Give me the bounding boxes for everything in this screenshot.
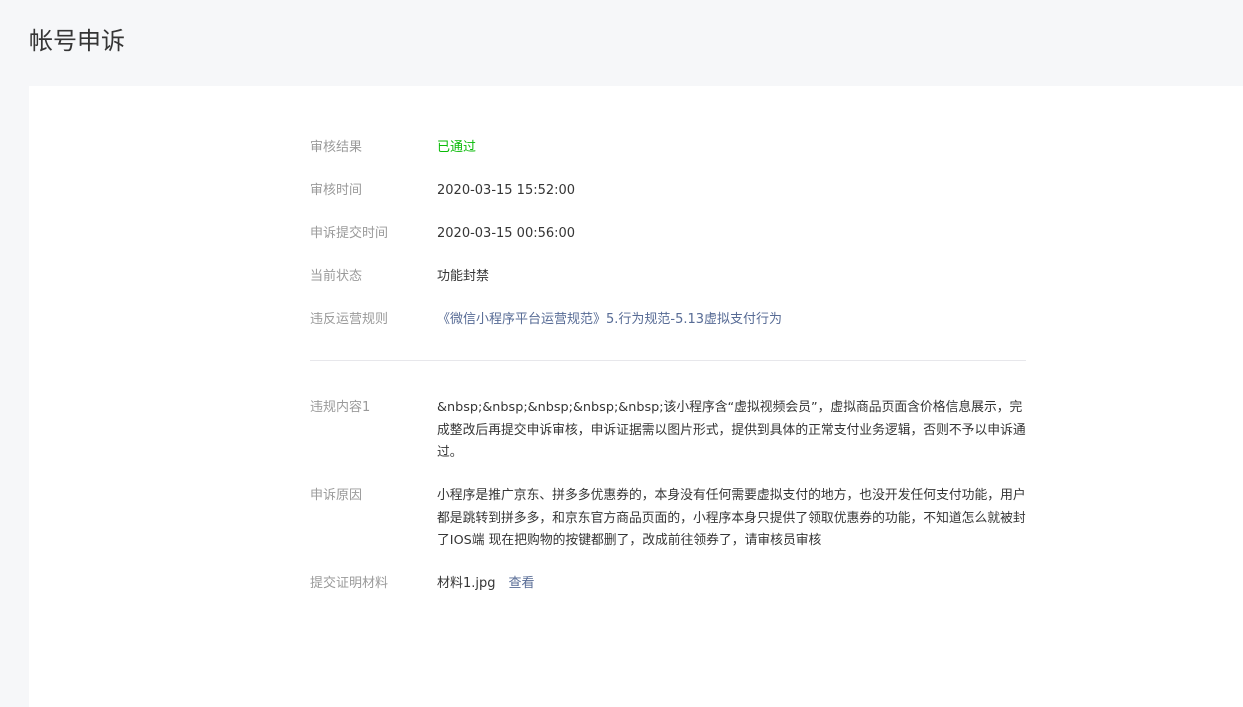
current-status-label: 当前状态 xyxy=(310,269,363,284)
evidence-label: 提交证明材料 xyxy=(310,576,389,591)
submit-time-label: 申诉提交时间 xyxy=(310,226,389,241)
review-result-label: 审核结果 xyxy=(310,140,363,155)
violated-rule-link[interactable]: 《微信小程序平台运营规范》5.行为规范-5.13虚拟支付行为 xyxy=(437,309,1027,331)
evidence-file-name: 材料1.jpg xyxy=(437,576,496,591)
review-result-value: 已通过 xyxy=(437,140,477,155)
review-time-label: 审核时间 xyxy=(310,183,363,198)
appeal-reason-label: 申诉原因 xyxy=(310,488,363,503)
appeal-reason-value: 小程序是推广京东、拼多多优惠券的，本身没有任何需要虚拟支付的地方，也没开发任何支… xyxy=(437,488,1026,548)
review-time-value: 2020-03-15 15:52:00 xyxy=(437,183,576,198)
page-header: 帐号申诉 xyxy=(0,0,1243,86)
submit-time-value: 2020-03-15 00:56:00 xyxy=(437,226,576,241)
violation-content-value: &nbsp;&nbsp;&nbsp;&nbsp;&nbsp;该小程序含“虚拟视频… xyxy=(437,400,1026,460)
violation-content-label: 违规内容1 xyxy=(310,400,371,415)
view-evidence-link[interactable]: 查看 xyxy=(509,576,535,591)
section-divider xyxy=(310,360,1026,361)
page-title: 帐号申诉 xyxy=(29,27,125,55)
violated-rule-label: 违反运营规则 xyxy=(310,312,389,327)
current-status-value: 功能封禁 xyxy=(437,269,490,284)
appeal-detail-card: 审核结果 已通过 审核时间 2020-03-15 15:52:00 申诉提交时间… xyxy=(29,86,1243,707)
evidence-value: 材料1.jpg 查看 xyxy=(437,573,1027,595)
